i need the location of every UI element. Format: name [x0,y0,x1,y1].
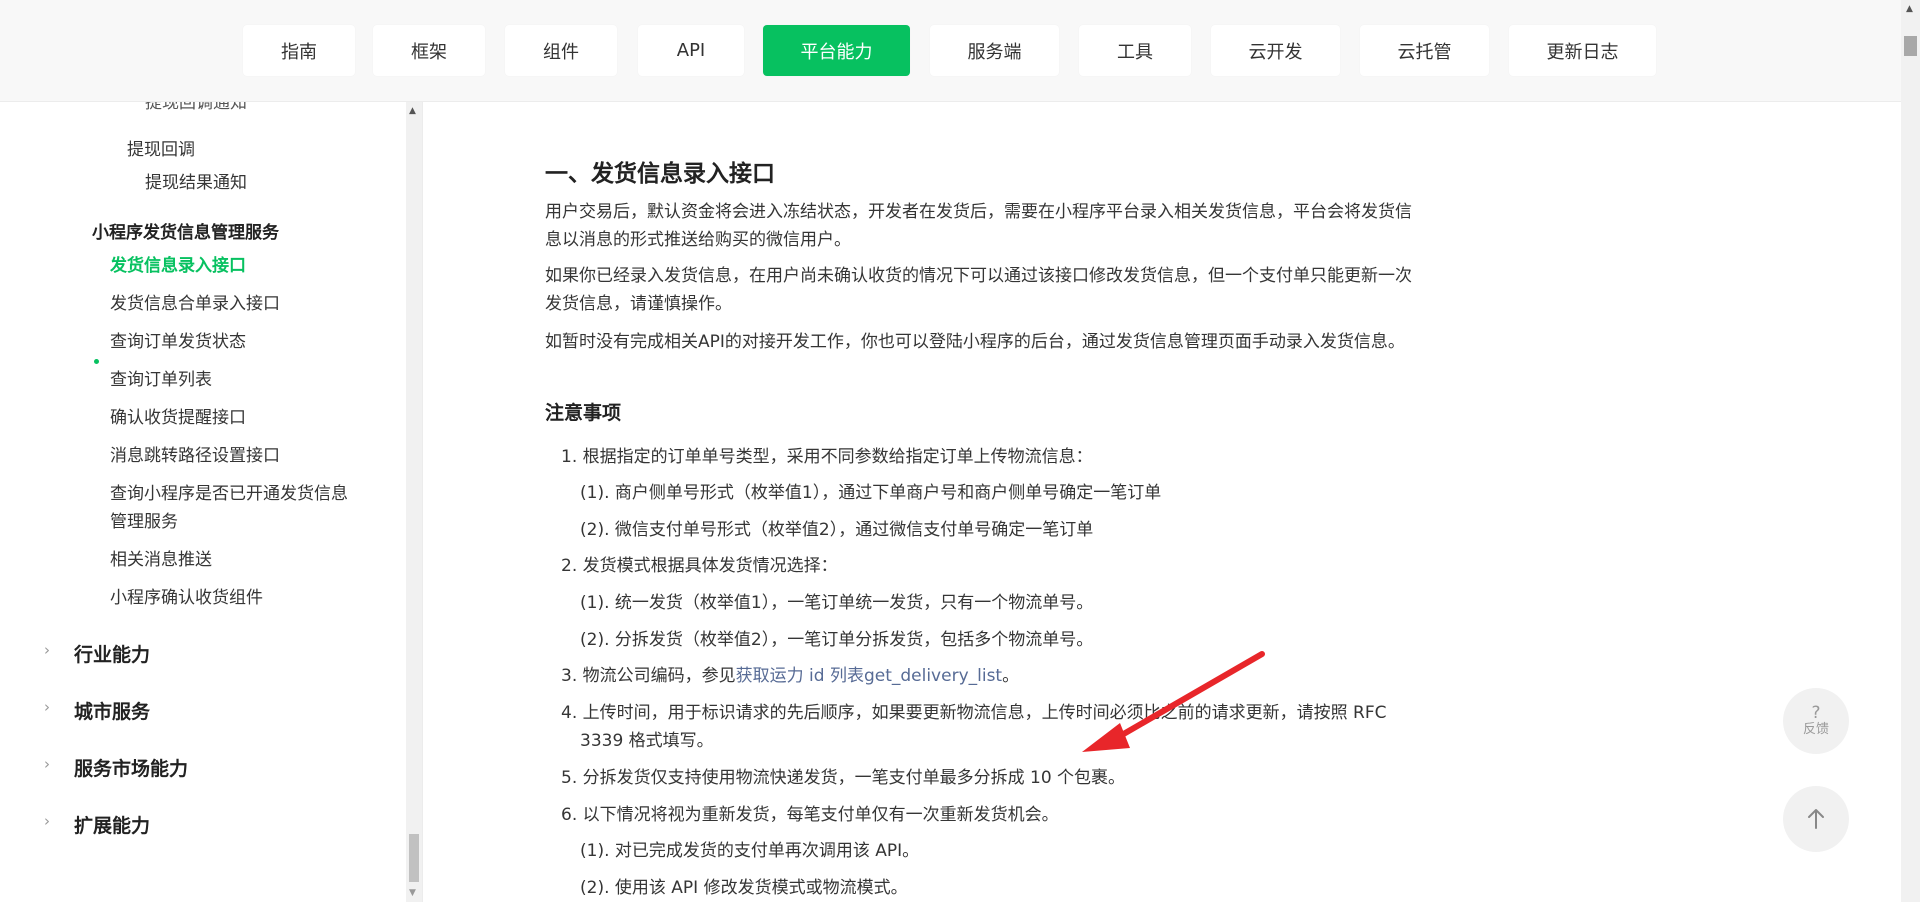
list-item: 2. 发货模式根据具体发货情况选择： [561,556,838,576]
arrow-up-icon [1808,809,1824,829]
page-scrollbar[interactable]: ▲ [1901,0,1920,902]
sidebar-section-city[interactable]: 城市服务 [74,697,150,724]
tab-cloud-dev[interactable]: 云开发 [1211,25,1340,76]
delivery-list-link[interactable]: 获取运力 id 列表get_delivery_list [736,666,1002,686]
list-item: 3. 物流公司编码，参见获取运力 id 列表get_delivery_list。 [561,666,1020,686]
sidebar-divider [422,102,423,902]
chevron-right-icon[interactable]: › [44,641,50,659]
tab-guide[interactable]: 指南 [243,25,355,76]
intro-paragraph-3: 如暂时没有完成相关API的对接开发工作，你也可以登陆小程序的后台，通过发货信息管… [545,332,1405,352]
sidebar-item-order-list[interactable]: 查询订单列表 [110,365,212,390]
sidebar-section-market[interactable]: 服务市场能力 [74,754,188,781]
sidebar-group-shipping-service[interactable]: 小程序发货信息管理服务 [92,218,279,243]
tab-changelog[interactable]: 更新日志 [1509,25,1656,76]
tab-platform-capability[interactable]: 平台能力 [763,25,910,76]
intro-paragraph-2: 如果你已经录入发货信息，在用户尚未确认收货的情况下可以通过该接口修改发货信息，但… [545,266,1412,314]
list-item: 6. 以下情况将视为重新发货，每笔支付单仅有一次重新发货机会。 [561,805,1059,825]
sidebar: 提现回调通知 提现回调 提现结果通知 小程序发货信息管理服务 发货信息录入接口 … [0,102,406,902]
sidebar-item-withdraw-callback[interactable]: 提现回调 [127,135,195,160]
sidebar-item-service-opened-line1[interactable]: 查询小程序是否已开通发货信息 [110,479,348,504]
tab-tools[interactable]: 工具 [1079,25,1191,76]
list-item: (2). 分拆发货（枚举值2），一笔订单分拆发货，包括多个物流单号。 [580,630,1094,650]
active-indicator-dot [94,359,99,364]
top-nav: 指南 框架 组件 API 平台能力 服务端 工具 云开发 云托管 更新日志 [0,0,1901,102]
scroll-up-icon[interactable]: ▲ [409,106,416,116]
chevron-right-icon[interactable]: › [44,812,50,830]
tab-api[interactable]: API [638,25,744,76]
list-item: 1. 根据指定的订单单号类型，采用不同参数给指定订单上传物流信息： [561,447,1093,467]
sidebar-item-order-status[interactable]: 查询订单发货状态 [110,327,246,352]
sidebar-item-message-push[interactable]: 相关消息推送 [110,545,212,570]
question-icon: ? [1811,703,1821,723]
list-item: 3339 格式填写。 [580,731,714,751]
scroll-up-icon[interactable]: ▲ [1906,4,1913,14]
list-item: (2). 微信支付单号形式（枚举值2），通过微信支付单号确定一笔订单 [580,520,1094,540]
list-item: 4. 上传时间，用于标识请求的先后顺序，如果要更新物流信息，上传时间必须比之前的… [561,703,1387,723]
tab-server[interactable]: 服务端 [930,25,1059,76]
sidebar-item-confirm-component[interactable]: 小程序确认收货组件 [110,583,263,608]
sidebar-section-extension[interactable]: 扩展能力 [74,811,150,838]
chevron-right-icon[interactable]: › [44,755,50,773]
tab-framework[interactable]: 框架 [373,25,485,76]
sidebar-section-industry[interactable]: 行业能力 [74,640,150,667]
tab-components[interactable]: 组件 [505,25,617,76]
sidebar-item-cut-off[interactable]: 提现回调通知 [145,102,247,113]
sidebar-item-combined-upload[interactable]: 发货信息合单录入接口 [110,289,280,314]
sidebar-item-service-opened-line2[interactable]: 管理服务 [110,507,178,532]
sidebar-scroll-thumb[interactable] [409,834,419,882]
list-item: (2). 使用该 API 修改发货模式或物流模式。 [580,878,908,898]
list-item: (1). 对已完成发货的支付单再次调用该 API。 [580,841,920,861]
list-item: (1). 统一发货（枚举值1），一笔订单统一发货，只有一个物流单号。 [580,593,1094,613]
tab-cloud-hosting[interactable]: 云托管 [1360,25,1489,76]
sidebar-item-confirm-reminder[interactable]: 确认收货提醒接口 [110,403,246,428]
feedback-button[interactable]: ? 反馈 [1783,688,1849,754]
sidebar-item-withdraw-result[interactable]: 提现结果通知 [145,168,247,193]
intro-paragraph-1: 用户交易后，默认资金将会进入冻结状态，开发者在发货后，需要在小程序平台录入相关发… [545,202,1412,250]
sidebar-item-shipping-upload[interactable]: 发货信息录入接口 [110,251,246,276]
chevron-right-icon[interactable]: › [44,698,50,716]
back-to-top-button[interactable] [1783,786,1849,852]
page-title: 一、发货信息录入接口 [545,161,775,187]
scroll-down-icon[interactable]: ▼ [409,888,416,898]
list-item: 5. 分拆发货仅支持使用物流快递发货，一笔支付单最多分拆成 10 个包裹。 [561,768,1126,788]
feedback-label: 反馈 [1802,722,1829,737]
page-scroll-thumb[interactable] [1904,36,1917,56]
sidebar-item-jump-path[interactable]: 消息跳转路径设置接口 [110,441,280,466]
list-item: (1). 商户侧单号形式（枚举值1），通过下单商户号和商户侧单号确定一笔订单 [580,483,1162,503]
notes-heading: 注意事项 [545,402,622,424]
sidebar-scrollbar[interactable]: ▲ ▼ [406,102,422,902]
